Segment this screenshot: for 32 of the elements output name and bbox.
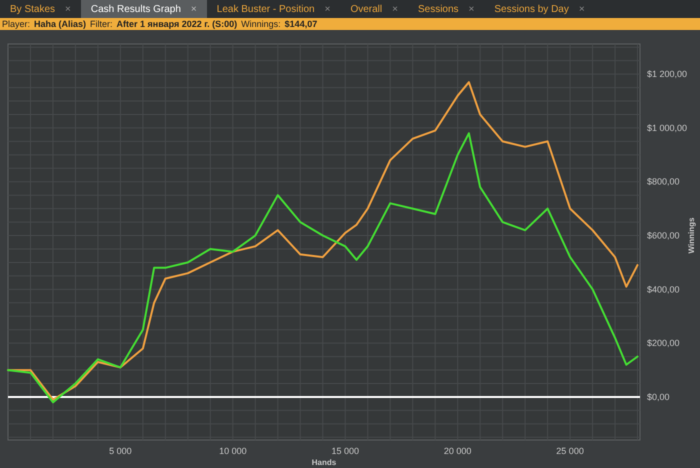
close-tab-button[interactable]: ×: [392, 2, 398, 16]
y-tick-label: $1 200,00: [647, 69, 688, 80]
y-tick-label: $200,00: [647, 338, 680, 348]
tab[interactable]: Sessions ×: [408, 0, 484, 18]
close-tab-button[interactable]: ×: [468, 2, 474, 16]
tab[interactable]: Cash Results Graph ×: [80, 0, 207, 18]
info-label: Player:: [2, 18, 30, 30]
close-tab-button[interactable]: ×: [65, 2, 71, 16]
info-label: Winnings:: [241, 18, 281, 30]
y-tick-label: $0,00: [647, 392, 670, 402]
y-axis-title: Winnings: [687, 218, 696, 254]
info-label: Filter:: [90, 18, 113, 30]
close-tab-button[interactable]: ×: [190, 2, 197, 16]
x-tick-label: 15 000: [331, 446, 359, 456]
y-tick-label: $600,00: [647, 230, 680, 241]
tab[interactable]: Overall ×: [340, 0, 408, 18]
info-value: Haha (Alias): [34, 18, 86, 30]
y-tick-label: $800,00: [647, 176, 680, 187]
tab[interactable]: Leak Buster - Position ×: [206, 0, 340, 18]
x-tick-label: 25 000: [556, 446, 584, 456]
info-value: After 1 января 2022 г. (S:00): [116, 18, 238, 30]
tab[interactable]: By Stakes ×: [0, 0, 81, 18]
info-value: $144,07: [284, 18, 318, 30]
close-tab-button[interactable]: ×: [578, 2, 585, 16]
y-tick-label: $400,00: [647, 284, 680, 294]
x-axis-title: Hands: [312, 458, 336, 467]
close-tab-button[interactable]: ×: [324, 2, 330, 16]
x-tick-label: 10 000: [219, 446, 247, 456]
y-tick-label: $1 000,00: [647, 122, 688, 133]
x-tick-label: 5 000: [109, 446, 132, 456]
x-tick-label: 20 000: [444, 446, 472, 456]
tab[interactable]: Sessions by Day ×: [484, 0, 595, 18]
